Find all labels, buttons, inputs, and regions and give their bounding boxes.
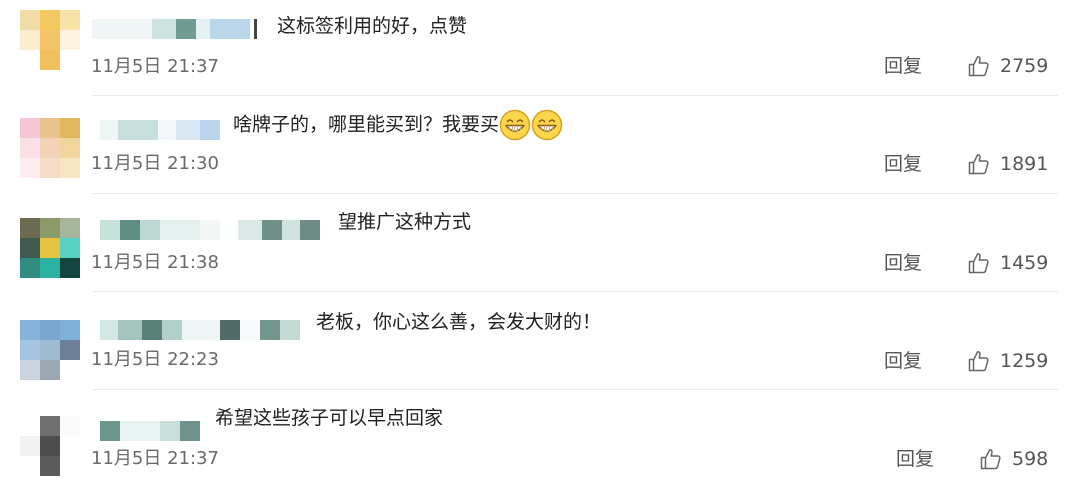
like-button[interactable]: 1459 — [967, 250, 1048, 276]
timestamp: 11月5日 21:38 — [91, 252, 219, 273]
timestamp: 11月5日 21:37 — [91, 56, 219, 77]
thumbs-up-icon — [968, 55, 989, 77]
comment-text: 希望这些孩子可以早点回家 — [215, 407, 444, 429]
like-count: 1459 — [1000, 252, 1049, 274]
thumbs-up-icon — [968, 153, 989, 175]
grinning-face-icon — [531, 109, 563, 141]
reply-button[interactable]: 回复 — [884, 153, 922, 175]
avatar[interactable] — [20, 218, 80, 278]
like-count: 598 — [1012, 448, 1049, 470]
like-count: 1891 — [1000, 153, 1049, 175]
username-pixelated[interactable] — [100, 220, 322, 240]
reply-button[interactable]: 回复 — [884, 55, 922, 77]
timestamp: 11月5日 21:30 — [91, 153, 219, 174]
comment-item: 望推广这种方式 11月5日 21:38 回复 1459 — [0, 194, 1080, 292]
reply-button[interactable]: 回复 — [884, 350, 922, 372]
comment-text: 老板，你心这么善，会发大财的！ — [316, 311, 602, 333]
comment-item: 这标签利用的好，点赞 11月5日 21:37 回复 2759 — [0, 0, 1080, 96]
username-pixelated[interactable] — [100, 120, 224, 140]
like-button[interactable]: 1891 — [967, 151, 1048, 177]
comment-item: 啥牌子的，哪里能买到？我要买 11月5日 21:30 回复 1891 — [0, 96, 1080, 194]
comment-text: 啥牌子的，哪里能买到？我要买 — [233, 109, 563, 141]
like-button[interactable]: 1259 — [967, 348, 1048, 374]
comment-text: 这标签利用的好，点赞 — [277, 15, 468, 37]
thumbs-up-icon — [968, 252, 989, 274]
reply-button[interactable]: 回复 — [884, 252, 922, 274]
avatar[interactable] — [20, 320, 80, 380]
timestamp: 11月5日 21:37 — [91, 448, 219, 469]
avatar[interactable] — [20, 118, 80, 178]
thumbs-up-icon — [968, 350, 989, 372]
reply-button[interactable]: 回复 — [896, 448, 934, 470]
username-pixelated[interactable] — [92, 19, 262, 39]
like-count: 1259 — [1000, 350, 1049, 372]
comment-list: 这标签利用的好，点赞 11月5日 21:37 回复 2759 啥牌子的，哪里能买… — [0, 0, 1080, 485]
avatar[interactable] — [20, 416, 80, 476]
grinning-face-icon — [499, 109, 531, 141]
comment-item: 老板，你心这么善，会发大财的！ 11月5日 22:23 回复 1259 — [0, 292, 1080, 390]
timestamp: 11月5日 22:23 — [91, 349, 219, 370]
comment-text-content: 啥牌子的，哪里能买到？我要买 — [233, 113, 500, 136]
comment-item: 希望这些孩子可以早点回家 11月5日 21:37 回复 598 — [0, 390, 1080, 485]
like-count: 2759 — [1000, 55, 1049, 77]
like-button[interactable]: 598 — [979, 446, 1048, 472]
comment-text: 望推广这种方式 — [338, 211, 472, 233]
like-button[interactable]: 2759 — [967, 53, 1048, 79]
avatar[interactable] — [20, 10, 80, 70]
username-pixelated[interactable] — [100, 421, 204, 441]
thumbs-up-icon — [980, 448, 1001, 470]
username-pixelated[interactable] — [100, 320, 300, 340]
